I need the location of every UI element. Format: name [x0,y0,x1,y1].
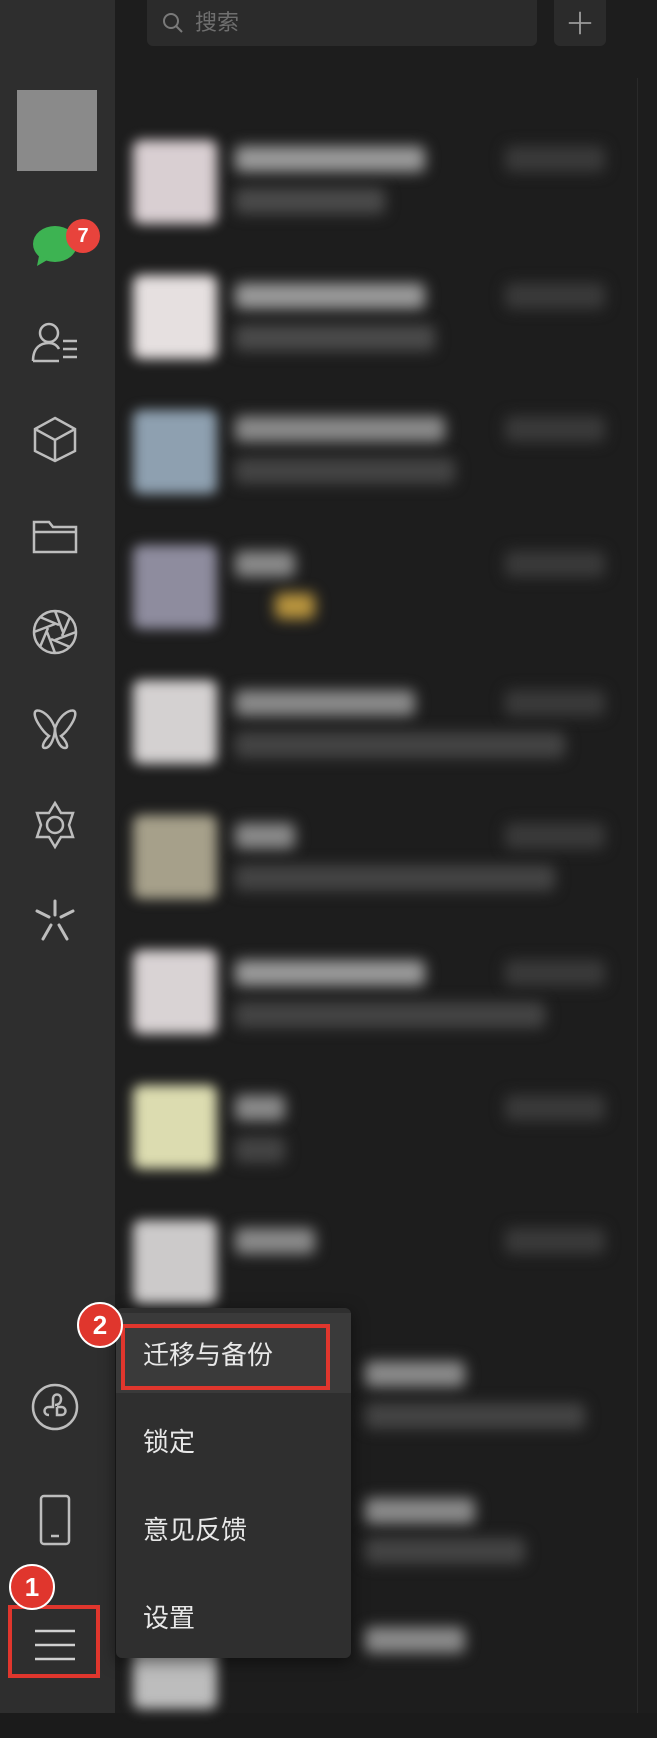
search-icon [163,13,183,33]
chat-row[interactable] [125,533,615,658]
highlight-box-step2 [121,1324,330,1390]
menu-item-feedback[interactable]: 意见反馈 [116,1488,351,1568]
chat-row[interactable] [125,263,615,388]
chat-row[interactable] [125,128,615,253]
sparkle-icon[interactable] [22,888,88,954]
menu-item-label: 设置 [143,1602,196,1633]
flower-icon[interactable] [22,792,88,858]
menu-item-lock[interactable]: 锁定 [116,1400,351,1480]
highlight-box-step1 [8,1605,100,1678]
chat-row[interactable] [125,668,615,793]
phone-icon[interactable] [22,1487,88,1553]
menu-item-settings[interactable]: 设置 [116,1576,351,1656]
step-marker-1: 1 [9,1564,55,1610]
chat-row[interactable] [125,803,615,928]
chat-row[interactable] [125,938,615,1063]
add-button[interactable] [554,0,606,46]
folder-icon[interactable] [22,503,88,569]
chat-row[interactable] [125,398,615,523]
step-marker-2: 2 [77,1302,123,1348]
search-input[interactable] [193,9,497,37]
unread-badge: 7 [66,219,100,253]
menu-item-label: 意见反馈 [143,1514,248,1545]
user-avatar[interactable] [17,90,97,171]
menu-item-label: 锁定 [143,1426,196,1457]
panel-divider [637,78,638,1713]
butterfly-icon[interactable] [22,695,88,761]
plus-icon [568,11,592,35]
contacts-icon[interactable] [22,310,88,376]
cube-icon[interactable] [22,406,88,472]
chat-row[interactable] [125,1073,615,1198]
sidebar: 7 [0,0,115,1713]
mini-program-icon[interactable] [22,1374,88,1440]
aperture-icon[interactable] [22,599,88,665]
search-bar[interactable] [147,0,537,46]
